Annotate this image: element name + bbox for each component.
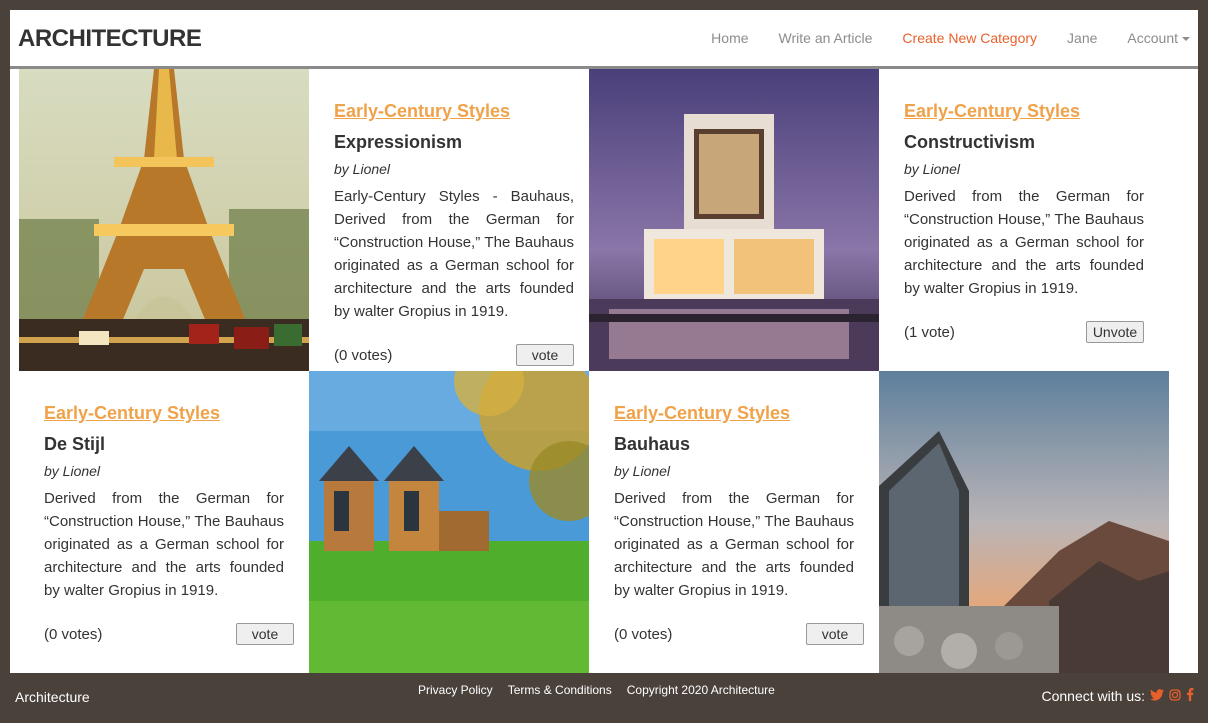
connect-with-us: Connect with us: <box>1042 688 1195 704</box>
article-author: by Lionel <box>44 463 101 479</box>
article-author: by Lionel <box>614 463 671 479</box>
nav-home[interactable]: Home <box>711 30 748 46</box>
page-container: ARCHITECTURE Home Write an Article Creat… <box>10 10 1198 673</box>
nav-user-jane[interactable]: Jane <box>1067 30 1097 46</box>
footer-links: Privacy Policy Terms & Conditions Copyri… <box>418 683 790 697</box>
vote-count: (0 votes) <box>614 626 673 643</box>
article-author: by Lionel <box>904 161 961 177</box>
article-category-link[interactable]: Early-Century Styles <box>614 403 790 424</box>
unvote-button[interactable]: Unvote <box>1086 321 1144 343</box>
nav-write-article[interactable]: Write an Article <box>779 30 873 46</box>
article-title: Expressionism <box>334 132 463 152</box>
brand-logo[interactable]: ARCHITECTURE <box>18 25 202 53</box>
article-body: Derived from the German for “Constructio… <box>44 490 284 599</box>
footer-brand[interactable]: Architecture <box>15 689 90 705</box>
navbar: ARCHITECTURE Home Write an Article Creat… <box>10 10 1198 69</box>
facebook-icon[interactable] <box>1186 688 1194 704</box>
vote-count: (1 vote) <box>904 324 955 341</box>
vote-button[interactable]: vote <box>236 623 294 645</box>
terms-link[interactable]: Terms & Conditions <box>508 683 612 697</box>
footer: Architecture Privacy Policy Terms & Cond… <box>0 673 1208 723</box>
article-title: Constructivism <box>904 132 1036 152</box>
vote-button[interactable]: vote <box>516 344 574 366</box>
chevron-down-icon <box>1182 37 1190 42</box>
nav-account-dropdown[interactable]: Account <box>1127 30 1190 46</box>
privacy-policy-link[interactable]: Privacy Policy <box>418 683 493 697</box>
vote-button[interactable]: vote <box>806 623 864 645</box>
article-card-de-stijl: Early-Century Styles De Stijl by Lionel … <box>19 371 309 673</box>
instagram-icon[interactable] <box>1169 688 1181 704</box>
copyright-text: Copyright 2020 Architecture <box>626 683 775 697</box>
modern-house-image <box>589 69 879 371</box>
article-category-link[interactable]: Early-Century Styles <box>44 403 220 424</box>
mountain-cabin-image <box>879 371 1169 673</box>
article-category-link[interactable]: Early-Century Styles <box>904 101 1080 122</box>
nav-account-label: Account <box>1127 30 1178 46</box>
article-body: Derived from the German for “Constructio… <box>904 188 1144 297</box>
article-card-expressionism: Early-Century Styles Expressionism by Li… <box>309 69 589 371</box>
nav-create-category[interactable]: Create New Category <box>902 30 1037 46</box>
article-body: Derived from the German for “Constructio… <box>614 490 854 599</box>
twitter-icon[interactable] <box>1150 688 1164 704</box>
nav-links: Home Write an Article Create New Categor… <box>681 30 1190 46</box>
eiffel-tower-image <box>19 69 309 371</box>
vote-count: (0 votes) <box>334 347 393 364</box>
article-card-constructivism: Early-Century Styles Constructivism by L… <box>879 69 1159 371</box>
article-title: De Stijl <box>44 434 106 454</box>
article-author: by Lionel <box>334 161 391 177</box>
article-title: Bauhaus <box>614 434 691 454</box>
vote-count: (0 votes) <box>44 626 103 643</box>
article-card-bauhaus: Early-Century Styles Bauhaus by Lionel D… <box>589 371 879 673</box>
article-body: Early-Century Styles - Bauhaus, Derived … <box>334 188 574 320</box>
wooden-houses-image <box>309 371 589 673</box>
article-category-link[interactable]: Early-Century Styles <box>334 101 510 122</box>
connect-label: Connect with us: <box>1041 688 1146 704</box>
